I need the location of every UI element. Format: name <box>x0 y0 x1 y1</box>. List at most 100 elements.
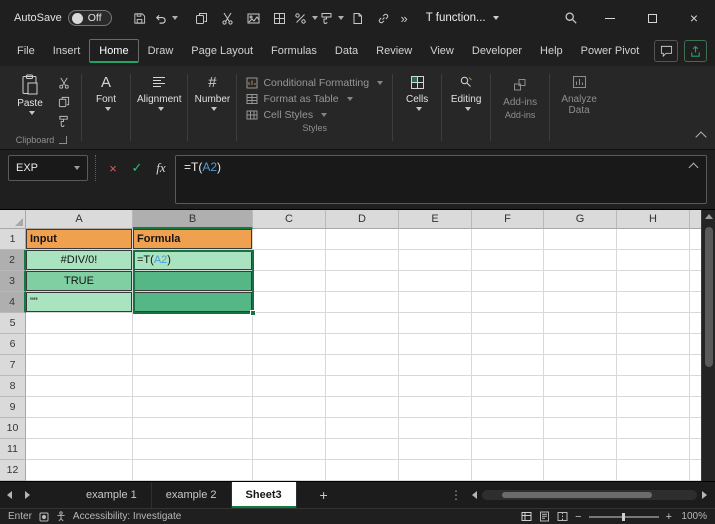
cell-B8[interactable] <box>133 376 253 397</box>
row-header-8[interactable]: 8 <box>0 376 26 397</box>
collapse-ribbon-icon[interactable] <box>695 131 706 142</box>
cell-A6[interactable] <box>26 334 133 355</box>
cell-D4[interactable] <box>326 292 399 313</box>
cell-G2[interactable] <box>544 250 617 271</box>
page-layout-view-icon[interactable] <box>539 511 550 522</box>
tab-page-layout[interactable]: Page Layout <box>182 40 262 62</box>
cell-D2[interactable] <box>326 250 399 271</box>
cell-E4[interactable] <box>399 292 472 313</box>
cell-F9[interactable] <box>472 397 544 418</box>
cell-A7[interactable] <box>26 355 133 376</box>
cell-H2[interactable] <box>617 250 690 271</box>
format-as-table-button[interactable]: Format as Table <box>246 93 352 105</box>
cell-G8[interactable] <box>544 376 617 397</box>
cell-B10[interactable] <box>133 418 253 439</box>
cell-D8[interactable] <box>326 376 399 397</box>
select-all-button[interactable] <box>0 210 26 229</box>
cell-B5[interactable] <box>133 313 253 334</box>
row-header-1[interactable]: 1 <box>0 229 26 250</box>
cell-A3[interactable]: TRUE <box>26 271 133 292</box>
tab-help[interactable]: Help <box>531 40 572 62</box>
enter-button[interactable]: ✓ <box>127 155 147 181</box>
cell-C7[interactable] <box>253 355 326 376</box>
cell-H3[interactable] <box>617 271 690 292</box>
column-header-B[interactable]: B <box>133 210 253 229</box>
row-header-6[interactable]: 6 <box>0 334 26 355</box>
cell-G4[interactable] <box>544 292 617 313</box>
cell-E1[interactable] <box>399 229 472 250</box>
cell-H9[interactable] <box>617 397 690 418</box>
paste-button[interactable]: Paste <box>9 71 51 115</box>
cut-button[interactable] <box>54 75 74 91</box>
tab-insert[interactable]: Insert <box>44 40 90 62</box>
cell-C10[interactable] <box>253 418 326 439</box>
cell-F3[interactable] <box>472 271 544 292</box>
scroll-right-icon[interactable] <box>702 491 707 499</box>
cell-E9[interactable] <box>399 397 472 418</box>
cell-E3[interactable] <box>399 271 472 292</box>
maximize-button[interactable] <box>631 0 673 36</box>
vertical-scrollbar-thumb[interactable] <box>705 227 713 367</box>
link-icon[interactable] <box>372 5 396 31</box>
cell-C3[interactable] <box>253 271 326 292</box>
row-header-9[interactable]: 9 <box>0 397 26 418</box>
cell-E10[interactable] <box>399 418 472 439</box>
zoom-out-button[interactable]: − <box>575 511 581 523</box>
tab-file[interactable]: File <box>8 40 44 62</box>
row-header-10[interactable]: 10 <box>0 418 26 439</box>
cell-F10[interactable] <box>472 418 544 439</box>
row-header-5[interactable]: 5 <box>0 313 26 334</box>
cell-C4[interactable] <box>253 292 326 313</box>
vertical-scrollbar[interactable] <box>701 210 715 481</box>
tab-power-pivot[interactable]: Power Pivot <box>572 40 649 62</box>
status-mode[interactable]: Enter <box>8 511 32 522</box>
minimize-button[interactable] <box>589 0 631 36</box>
row-header-12[interactable]: 12 <box>0 460 26 481</box>
name-box[interactable]: EXP <box>8 155 88 181</box>
brush-icon[interactable] <box>320 5 344 31</box>
close-button[interactable]: × <box>673 0 715 36</box>
cell-C2[interactable] <box>253 250 326 271</box>
cell-E2[interactable] <box>399 250 472 271</box>
cell-D6[interactable] <box>326 334 399 355</box>
cell-D11[interactable] <box>326 439 399 460</box>
zoom-in-button[interactable]: + <box>666 511 672 523</box>
sheet-tab-sheet3[interactable]: Sheet3 <box>232 482 297 508</box>
sheet-tab-example-2[interactable]: example 2 <box>152 482 232 508</box>
cell-G12[interactable] <box>544 460 617 481</box>
conditional-formatting-button[interactable]: Conditional Formatting <box>246 77 383 89</box>
cell-F6[interactable] <box>472 334 544 355</box>
cell-H1[interactable] <box>617 229 690 250</box>
cell-D12[interactable] <box>326 460 399 481</box>
cell-E7[interactable] <box>399 355 472 376</box>
comments-button[interactable] <box>654 40 677 62</box>
cell-A1[interactable]: Input <box>26 229 133 250</box>
font-group-button[interactable]: A Font <box>84 68 128 149</box>
column-header-D[interactable]: D <box>326 210 399 229</box>
cell-D3[interactable] <box>326 271 399 292</box>
cell-B3[interactable] <box>133 271 253 292</box>
collapse-formula-bar-icon[interactable] <box>689 163 699 173</box>
cell-H12[interactable] <box>617 460 690 481</box>
cell-H6[interactable] <box>617 334 690 355</box>
sheet-nav-right-button[interactable] <box>18 482 36 508</box>
sheet-tab-example-1[interactable]: example 1 <box>72 482 152 508</box>
cell-C6[interactable] <box>253 334 326 355</box>
cell-E11[interactable] <box>399 439 472 460</box>
cell-C12[interactable] <box>253 460 326 481</box>
cell-A2[interactable]: #DIV/0! <box>26 250 133 271</box>
horizontal-scrollbar-thumb[interactable] <box>502 492 652 498</box>
row-header-2[interactable]: 2 <box>0 250 26 271</box>
editing-group-button[interactable]: Editing <box>444 68 488 149</box>
save-button[interactable] <box>128 5 152 31</box>
formula-input[interactable]: =T(A2) <box>175 155 707 204</box>
cell-H8[interactable] <box>617 376 690 397</box>
autosave-toggle[interactable]: AutoSave Off <box>14 10 112 26</box>
cell-H5[interactable] <box>617 313 690 334</box>
cell-D1[interactable] <box>326 229 399 250</box>
cell-C1[interactable] <box>253 229 326 250</box>
page-break-view-icon[interactable] <box>557 511 568 522</box>
cell-B2[interactable]: =T(A2) <box>133 250 253 271</box>
percent-icon[interactable] <box>294 5 318 31</box>
cell-G10[interactable] <box>544 418 617 439</box>
